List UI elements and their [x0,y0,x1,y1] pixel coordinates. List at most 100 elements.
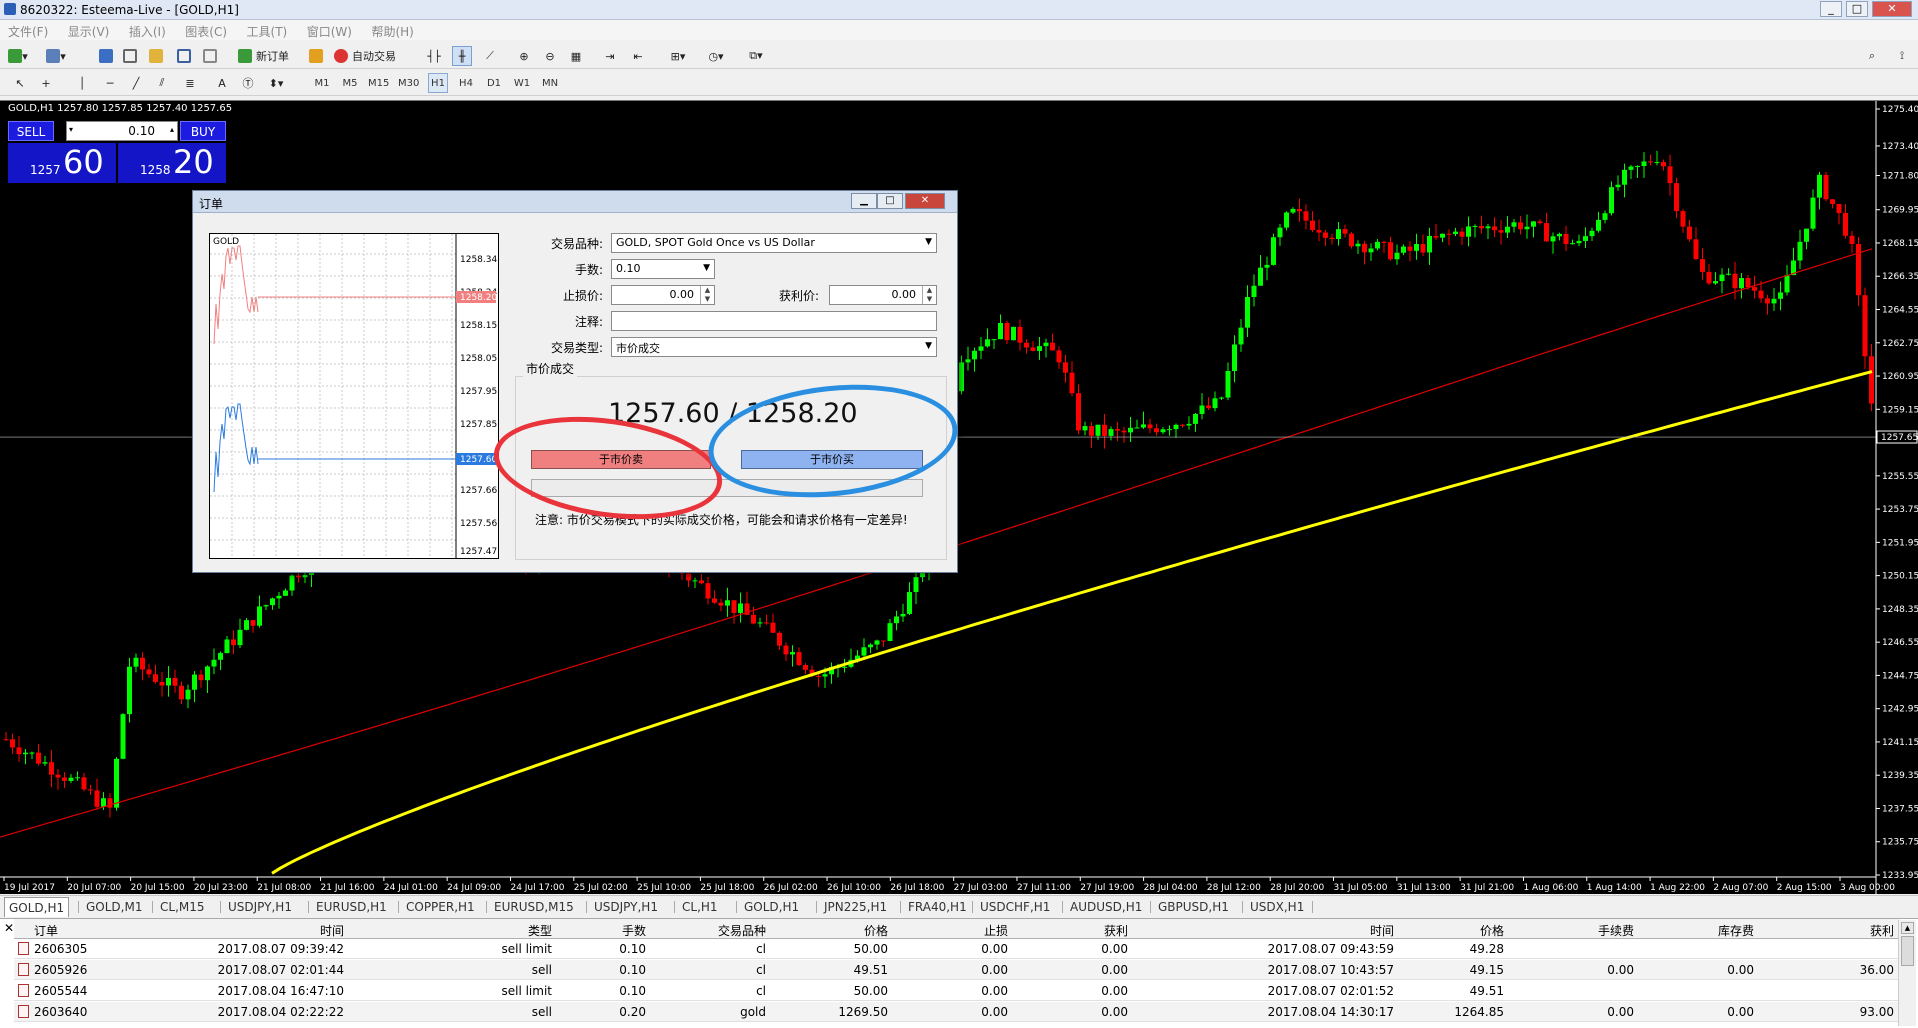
timeframe-h4[interactable]: H4 [456,73,476,93]
column-header[interactable]: 价格 [864,922,888,939]
timeframe-d1[interactable]: D1 [484,73,504,93]
timeframe-mn[interactable]: MN [540,73,560,93]
menu-file[interactable]: 文件(F) [0,20,56,43]
dialog-maximize-button[interactable]: □ [877,193,903,209]
strategy-tester-icon[interactable] [200,46,220,66]
text-icon[interactable]: A [212,73,232,93]
timeframe-m30[interactable]: M30 [398,73,419,93]
chart-shift-icon[interactable]: ⇤ [628,46,648,66]
column-header[interactable]: 获利 [1870,922,1894,939]
chart-tab[interactable]: CL,M15 [156,897,209,917]
column-header[interactable]: 手续费 [1598,922,1634,939]
column-header[interactable]: 订单 [34,922,58,939]
search-icon[interactable]: ⌕ [1862,46,1882,66]
chart-tab[interactable]: USDCHF,H1 [976,897,1054,917]
minimize-button[interactable]: _ [1820,1,1842,17]
one-click-sell-price[interactable]: 1257 60 [8,143,116,183]
menu-view[interactable]: 显示(V) [60,20,118,43]
profiles-icon[interactable]: ▾ [46,46,66,66]
terminal-icon[interactable] [174,46,194,66]
timeframe-h1[interactable]: H1 [428,73,448,93]
lot-up-icon[interactable]: ▴ [170,125,174,134]
auto-trading-button[interactable]: 自动交易 [334,46,396,66]
chart-tab[interactable]: FRA40,H1 [904,897,971,917]
chart-tab[interactable]: COPPER,H1 [402,897,479,917]
fibonacci-icon[interactable]: ≣ [180,73,200,93]
chart-tab[interactable]: GOLD,H1 [740,897,803,917]
terminal-order-row[interactable]: 2605544 2017.08.04 16:47:10 sell limit 0.10… [14,981,1900,1001]
terminal-order-row[interactable]: 2606305 2017.08.07 09:39:42 sell limit 0.10… [14,939,1900,959]
column-header[interactable]: 时间 [320,922,344,939]
autoscroll-icon[interactable]: ⇥ [600,46,620,66]
text-label-icon[interactable]: Ⓣ [238,73,258,93]
dialog-titlebar[interactable]: 订单 ▁ □ ✕ [193,191,957,213]
symbol-select[interactable]: GOLD, SPOT Gold Once vs US Dollar ▼ [611,233,937,253]
crosshair-icon[interactable]: + [36,73,56,93]
column-header[interactable]: 手数 [622,922,646,939]
chart-tab[interactable]: USDJPY,H1 [590,897,662,917]
menu-charts[interactable]: 图表(C) [177,20,235,43]
sell-by-market-button[interactable]: 于市价卖 [531,450,711,469]
column-header[interactable]: 止损 [984,922,1008,939]
menu-insert[interactable]: 插入(I) [121,20,174,43]
stop-loss-input[interactable]: 0.00 ▲ ▼ [611,285,715,305]
dialog-minimize-button[interactable]: ▁ [851,193,877,209]
arrows-icon[interactable]: ⬍▾ [266,73,286,93]
chart-tab[interactable]: GBPUSD,H1 [1154,897,1233,917]
periods-icon[interactable]: ◷▾ [706,46,726,66]
timeframe-m5[interactable]: M5 [340,73,360,93]
buy-by-market-button[interactable]: 于市价买 [741,450,923,469]
chart-tab[interactable]: CL,H1 [678,897,722,917]
zoom-in-icon[interactable]: ⊕ [514,46,534,66]
timeframe-w1[interactable]: W1 [512,73,532,93]
bar-chart-icon[interactable]: ┤├ [424,46,444,66]
metaeditor-icon[interactable] [306,46,326,66]
vertical-line-icon[interactable]: │ [72,73,92,93]
column-header[interactable]: 价格 [1480,922,1504,939]
timeframe-m15[interactable]: M15 [368,73,389,93]
menu-help[interactable]: 帮助(H) [363,20,421,43]
one-click-buy-button[interactable]: BUY [180,121,226,141]
maximize-button[interactable]: □ [1846,1,1868,17]
chart-tab[interactable]: GOLD,M1 [82,897,146,917]
close-button[interactable]: ✕ [1872,1,1912,17]
market-watch-icon[interactable] [96,46,116,66]
column-header[interactable]: 获利 [1104,922,1128,939]
tile-windows-icon[interactable]: ▦ [566,46,586,66]
chart-tab[interactable]: EURUSD,H1 [312,897,391,917]
data-window-icon[interactable] [120,46,140,66]
indicators-icon[interactable]: ⊞▾ [668,46,688,66]
terminal-close-icon[interactable]: ✕ [4,921,14,935]
volume-select[interactable]: 0.10 ▼ [611,259,715,279]
chart-tab[interactable]: JPN225,H1 [820,897,891,917]
column-header[interactable]: 类型 [528,922,552,939]
terminal-scrollbar[interactable]: ▲ [1898,920,1916,1026]
chart-tab[interactable]: USDJPY,H1 [224,897,296,917]
lot-down-icon[interactable]: ▾ [69,125,73,134]
one-click-sell-button[interactable]: SELL [8,121,54,141]
new-chart-icon[interactable]: ▾ [8,46,28,66]
chart-tab[interactable]: EURUSD,M15 [490,897,578,917]
line-chart-icon[interactable]: ⟋ [480,46,500,66]
new-order-button[interactable]: 新订单 [238,46,289,66]
scroll-up-icon[interactable]: ▲ [1901,922,1914,934]
terminal-order-row[interactable]: 2603640 2017.08.04 02:22:22 sell 0.20 gold 12… [14,1002,1900,1022]
trendline-icon[interactable]: ╱ [126,73,146,93]
terminal-order-row[interactable]: 2605926 2017.08.07 02:01:44 sell 0.10 cl 49.5… [14,960,1900,980]
chart-tab[interactable]: USDX,H1 [1246,897,1308,917]
column-header[interactable]: 库存费 [1718,922,1754,939]
signal-icon[interactable]: ⟟ [1892,46,1912,66]
zoom-out-icon[interactable]: ⊖ [540,46,560,66]
one-click-lot-input[interactable]: ▾ 0.10 ▴ [66,121,178,141]
menu-window[interactable]: 窗口(W) [299,20,360,43]
timeframe-m1[interactable]: M1 [312,73,332,93]
scroll-thumb[interactable] [1901,936,1914,966]
cursor-icon[interactable]: ↖ [10,73,30,93]
templates-icon[interactable]: ⧉▾ [746,46,766,66]
horizontal-line-icon[interactable]: ─ [100,73,120,93]
take-profit-input[interactable]: 0.00 ▲ ▼ [829,285,937,305]
navigator-icon[interactable] [146,46,166,66]
column-header[interactable]: 交易品种 [718,922,766,939]
one-click-buy-price[interactable]: 1258 20 [118,143,226,183]
order-type-select[interactable]: 市价成交 ▼ [611,337,937,357]
